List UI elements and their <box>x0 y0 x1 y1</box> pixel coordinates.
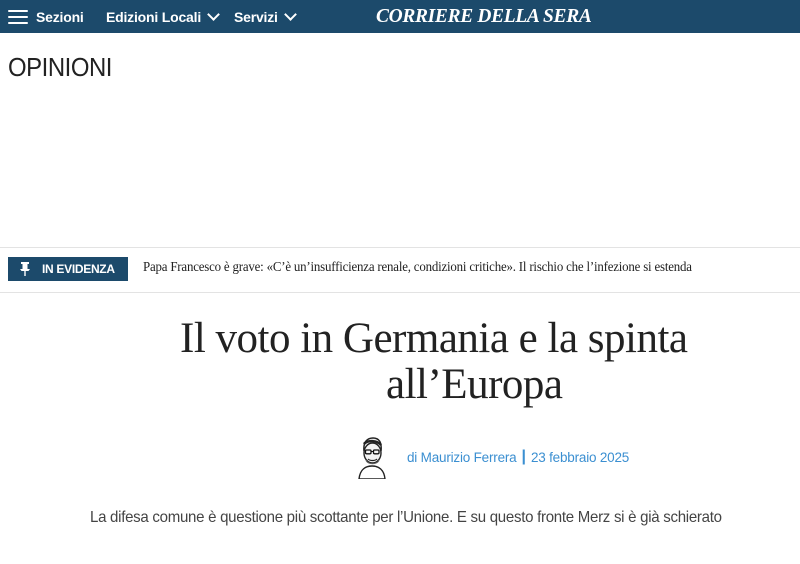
services-dropdown[interactable]: Servizi <box>234 0 297 33</box>
top-navigation-bar: Sezioni Edizioni Locali Servizi CORRIERE… <box>0 0 800 33</box>
article-byline: di Maurizio Ferrera | 23 febbraio 2025 <box>355 435 629 479</box>
article-summary: La difesa comune è questione più scottan… <box>90 509 722 526</box>
sections-menu-button[interactable]: Sezioni <box>8 0 84 33</box>
pin-icon <box>20 262 30 276</box>
sections-menu-label: Sezioni <box>36 8 84 25</box>
in-evidence-headline-link[interactable]: Papa Francesco è grave: «C’è un’insuffic… <box>143 259 692 275</box>
site-logo[interactable]: CORRIERE DELLA SERA <box>376 0 592 33</box>
section-title[interactable]: OPINIONI <box>8 52 112 83</box>
publish-date: 23 febbraio 2025 <box>530 449 630 465</box>
local-editions-dropdown[interactable]: Edizioni Locali <box>106 0 220 33</box>
chevron-down-icon <box>283 7 297 21</box>
author-avatar[interactable] <box>355 435 389 479</box>
headline-line-1: Il voto in Germania e la spinta <box>180 315 688 362</box>
services-label: Servizi <box>234 8 278 25</box>
in-evidence-label: IN EVIDENZA <box>42 262 115 276</box>
author-name-link[interactable]: di Maurizio Ferrera <box>407 450 517 465</box>
article-headline: Il voto in Germania e la spinta all’Euro… <box>0 316 800 408</box>
chevron-down-icon <box>207 7 220 21</box>
hamburger-menu-icon <box>8 9 28 24</box>
local-editions-label: Edizioni Locali <box>106 8 202 25</box>
headline-line-2: all’Europa <box>386 361 563 408</box>
byline-separator: | <box>521 448 526 465</box>
in-evidence-badge: IN EVIDENZA <box>8 257 128 281</box>
in-evidence-bar: IN EVIDENZA Papa Francesco è grave: «C’è… <box>0 247 800 293</box>
